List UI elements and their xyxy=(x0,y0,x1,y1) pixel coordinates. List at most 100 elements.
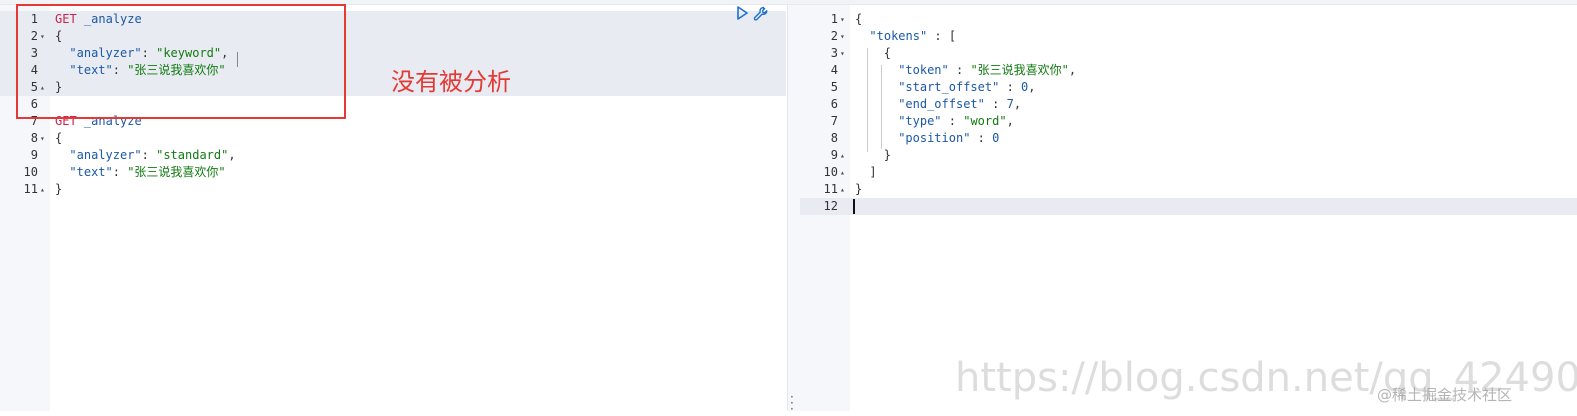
code-text: } xyxy=(884,147,891,164)
code-line[interactable]: 2 ▾ "tokens" : [ xyxy=(800,28,1577,45)
code-text: "end_offset" : 7, xyxy=(898,96,1021,113)
code-line[interactable]: 11 ▴} xyxy=(800,181,1577,198)
json-string: "standard" xyxy=(156,148,229,162)
code-text: "start_offset" : 0, xyxy=(898,79,1035,96)
json-string: "张三说我喜欢你" xyxy=(127,165,226,179)
json-bracket: [ xyxy=(948,29,957,43)
code-line[interactable]: 3 ▾ { xyxy=(800,45,1577,62)
wrench-icon[interactable] xyxy=(753,6,769,22)
json-separator: : xyxy=(941,114,964,128)
json-key: "analyzer" xyxy=(69,148,142,162)
resize-handle-icon[interactable]: · · · xyxy=(790,391,794,415)
annotation-box xyxy=(16,4,346,119)
code-text: "analyzer": "standard", xyxy=(69,147,235,164)
line-number: 11 xyxy=(23,182,38,196)
json-key: "text" xyxy=(69,165,113,179)
code-text: "type" : "word", xyxy=(898,113,1014,130)
pane-divider[interactable] xyxy=(787,5,801,411)
code-line[interactable]: 10 ▴] xyxy=(800,164,1577,181)
line-number: 7 xyxy=(830,114,838,128)
line-number: 4 xyxy=(830,63,838,77)
json-number: 0 xyxy=(992,131,1000,145)
fold-arrow-up-icon[interactable]: ▴ xyxy=(840,181,848,198)
json-key: "token" xyxy=(898,63,949,77)
code-line[interactable]: 8 "position" : 0 xyxy=(800,130,1577,147)
json-comma: , xyxy=(228,148,236,162)
code-text: { xyxy=(855,11,862,28)
text-cursor xyxy=(853,199,855,214)
code-line[interactable]: 4 "token" : "张三说我喜欢你", xyxy=(800,62,1577,79)
line-number: 6 xyxy=(830,97,838,111)
code-line[interactable]: 12 xyxy=(800,198,1577,215)
code-line[interactable]: 5 "start_offset" : 0, xyxy=(800,79,1577,96)
line-number: 5 xyxy=(830,80,838,94)
code-line[interactable]: 10 "text": "张三说我喜欢你" xyxy=(0,164,786,181)
line-number: 9 xyxy=(830,148,838,162)
watermark-sub: @稀土掘金技术社区 xyxy=(1377,386,1513,404)
code-line[interactable]: 11 ▴} xyxy=(0,181,786,198)
json-key: "tokens" xyxy=(869,29,928,43)
json-bracket: } xyxy=(55,182,63,196)
fold-arrow-down-icon[interactable]: ▾ xyxy=(840,28,848,45)
code-text: "position" : 0 xyxy=(898,130,999,147)
code-text: { xyxy=(55,130,62,147)
line-number: 11 xyxy=(823,182,838,196)
json-comma: , xyxy=(1028,80,1036,94)
fold-arrow-down-icon[interactable]: ▾ xyxy=(40,130,48,147)
json-key: "end_offset" xyxy=(898,97,985,111)
json-separator: : xyxy=(984,97,1007,111)
json-separator: : xyxy=(948,63,971,77)
code-line[interactable]: 1 ▾ { xyxy=(800,11,1577,28)
code-text: "text": "张三说我喜欢你" xyxy=(69,164,225,181)
line-number: 8 xyxy=(830,131,838,145)
code-text: "token" : "张三说我喜欢你", xyxy=(898,62,1076,79)
line-number: 8 xyxy=(30,131,38,145)
indent-guide xyxy=(881,65,882,149)
response-viewer[interactable]: 1 ▾{2 ▾ "tokens" : [3 ▾{4 "token" : "张三说我喜欢你"… xyxy=(800,5,1577,411)
code-text: } xyxy=(55,181,62,198)
json-bracket: } xyxy=(855,182,863,196)
line-number: 10 xyxy=(23,165,38,179)
json-comma: , xyxy=(1006,114,1014,128)
json-bracket: { xyxy=(855,12,863,26)
code-text: ] xyxy=(869,164,876,181)
json-separator: : xyxy=(141,148,157,162)
json-separator: : xyxy=(970,131,993,145)
json-separator: : xyxy=(999,80,1022,94)
code-line[interactable]: 9 ▴} xyxy=(800,147,1577,164)
fold-arrow-down-icon[interactable]: ▾ xyxy=(840,45,848,62)
json-key: "type" xyxy=(898,114,942,128)
json-string: "张三说我喜欢你" xyxy=(970,63,1069,77)
line-number: 10 xyxy=(823,165,838,179)
code-line[interactable]: 7 "type" : "word", xyxy=(800,113,1577,130)
fold-arrow-up-icon[interactable]: ▴ xyxy=(840,164,848,181)
fold-arrow-up-icon[interactable]: ▴ xyxy=(40,181,48,198)
json-comma: , xyxy=(1068,63,1077,77)
fold-arrow-up-icon[interactable]: ▴ xyxy=(840,147,848,164)
code-line[interactable]: 8 ▾ { xyxy=(0,130,786,147)
json-bracket: ] xyxy=(869,165,877,179)
line-number: 2 xyxy=(830,29,838,43)
json-bracket: } xyxy=(883,148,892,162)
line-number: 12 xyxy=(823,199,838,213)
code-line[interactable]: 6 "end_offset" : 7, xyxy=(800,96,1577,113)
json-bracket: { xyxy=(883,46,892,60)
json-separator: : xyxy=(927,29,949,43)
annotation-label: 没有被分析 xyxy=(391,68,511,96)
code-text: "tokens" : [ xyxy=(869,28,956,45)
play-icon[interactable] xyxy=(735,6,749,20)
line-number: 9 xyxy=(30,148,38,162)
line-number: 3 xyxy=(830,46,838,60)
json-key: "position" xyxy=(898,131,971,145)
code-text: { xyxy=(884,45,891,62)
json-string: "word" xyxy=(963,114,1007,128)
json-comma: , xyxy=(1013,97,1022,111)
code-text: } xyxy=(855,181,862,198)
fold-arrow-down-icon[interactable]: ▾ xyxy=(840,11,848,28)
json-separator: : xyxy=(112,165,128,179)
json-bracket: { xyxy=(55,131,63,145)
line-number: 1 xyxy=(830,12,838,26)
code-line[interactable]: 9 "analyzer": "standard", xyxy=(0,147,786,164)
indent-guide xyxy=(867,48,868,152)
json-key: "start_offset" xyxy=(898,80,1000,94)
